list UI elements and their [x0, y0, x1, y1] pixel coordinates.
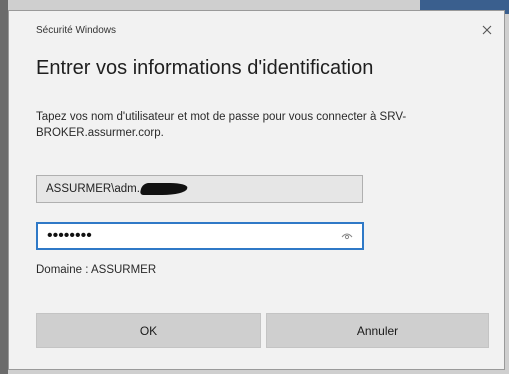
window-title: Sécurité Windows [36, 25, 117, 36]
close-button[interactable] [476, 19, 498, 41]
background-window-edge [0, 0, 8, 374]
close-icon [482, 25, 492, 35]
domain-label: Domaine : ASSURMER [36, 264, 157, 276]
cancel-button[interactable]: Annuler [266, 313, 489, 348]
eye-icon[interactable] [341, 231, 353, 241]
dialog-heading: Entrer vos informations d'identification [36, 57, 374, 79]
username-field[interactable]: ASSURMER\adm. [36, 175, 363, 203]
ok-button[interactable]: OK [36, 313, 261, 348]
redaction-mark [139, 183, 189, 195]
title-bar: Sécurité Windows [9, 11, 504, 47]
credential-dialog: Sécurité Windows Entrer vos informations… [8, 10, 505, 370]
password-mask: •••••••• [47, 227, 92, 244]
username-value: ASSURMER\adm. [46, 183, 140, 195]
dialog-description: Tapez vos nom d'utilisateur et mot de pa… [36, 111, 407, 139]
password-field[interactable]: •••••••• [36, 222, 364, 250]
